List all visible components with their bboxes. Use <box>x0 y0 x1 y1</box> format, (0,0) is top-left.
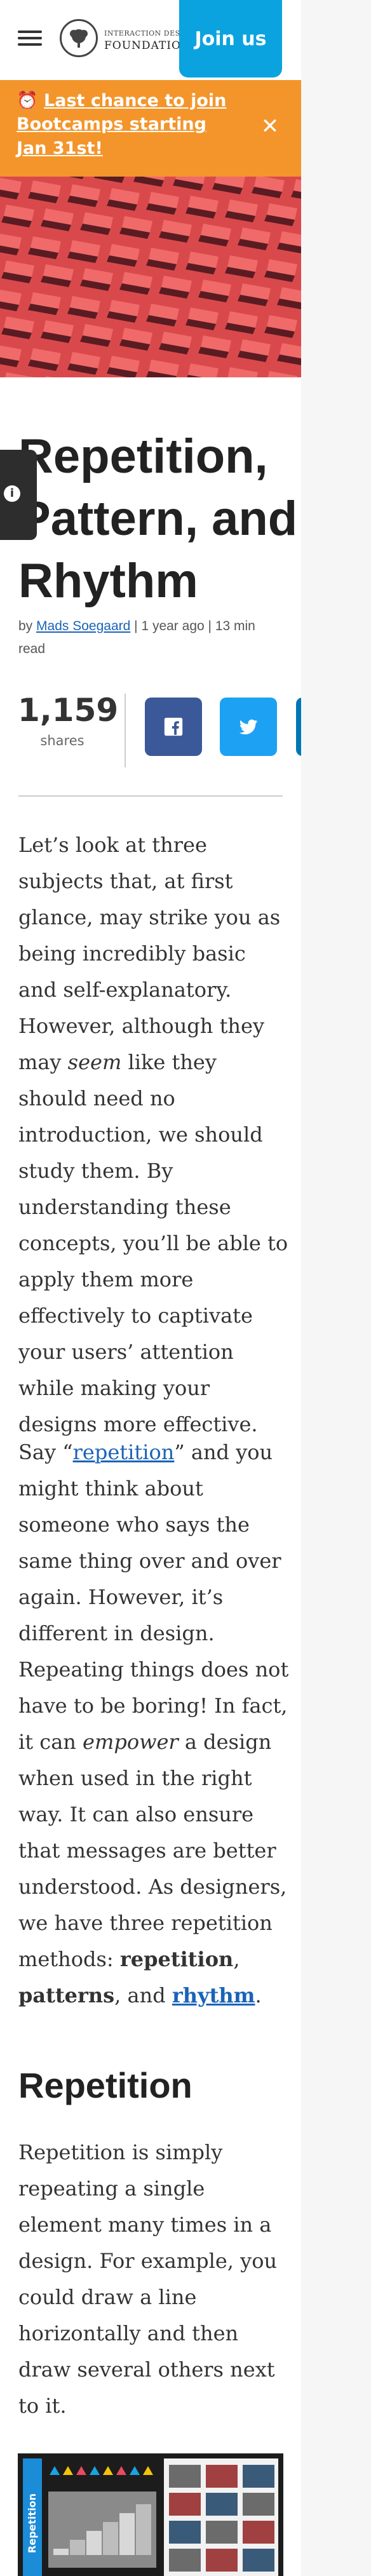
hero-image <box>0 177 301 377</box>
page: INTERACTION DESIGN FOUNDATION Join us ⏰ … <box>0 0 301 2576</box>
page-title: Repetition, Pattern, and Rhythm <box>18 429 298 608</box>
publish-date: 1 year ago <box>141 619 205 633</box>
close-icon[interactable]: ✕ <box>259 116 281 137</box>
feedback-tab[interactable]: i <box>0 450 37 540</box>
promo-link[interactable]: Last chance to join Bootcamps starting J… <box>17 91 226 158</box>
share-count: 1,159 shares <box>18 691 119 752</box>
join-us-button[interactable]: Join us <box>179 0 282 78</box>
figure-caption: Repetition <box>26 2493 38 2553</box>
byline-prefix: by <box>18 619 33 633</box>
repetition-link[interactable]: repetition <box>73 1440 175 1464</box>
linkedin-share-button[interactable] <box>296 698 301 756</box>
rhythm-link[interactable]: rhythm <box>172 1983 255 2007</box>
logo-line2: FOUNDATION <box>104 39 191 52</box>
site-header: INTERACTION DESIGN FOUNDATION Join us <box>0 0 301 80</box>
info-icon: i <box>4 485 20 502</box>
facebook-share-button[interactable] <box>145 698 202 756</box>
alarm-clock-icon: ⏰ <box>17 91 38 111</box>
promo-text: ⏰ Last chance to join Bootcamps starting… <box>17 89 233 160</box>
menu-icon[interactable] <box>18 27 42 50</box>
intro-paragraph: Let’s look at three subjects that, at fi… <box>18 833 288 1436</box>
repetition-intro-paragraph: Say “repetition” and you might think abo… <box>18 1440 289 2007</box>
twitter-icon <box>239 719 258 735</box>
content-divider <box>18 795 283 797</box>
author-link[interactable]: Mads Soegaard <box>36 619 130 633</box>
twitter-share-button[interactable] <box>220 698 277 756</box>
shares-divider <box>125 694 126 767</box>
facebook-icon <box>164 717 183 736</box>
share-count-label: shares <box>40 733 84 748</box>
byline: by Mads Soegaard | 1 year ago | 13 min r… <box>18 619 255 656</box>
tree-logo-icon <box>60 19 98 57</box>
promo-banner: ⏰ Last chance to join Bootcamps starting… <box>0 80 301 177</box>
section-heading-repetition: Repetition <box>18 2065 192 2105</box>
repetition-example-figure: Repetition <box>18 2453 283 2576</box>
repetition-paragraph: Repetition is simply repeating a single … <box>18 2140 278 2418</box>
site-logo[interactable]: INTERACTION DESIGN FOUNDATION <box>60 19 195 60</box>
share-count-number: 1,159 <box>18 692 119 729</box>
